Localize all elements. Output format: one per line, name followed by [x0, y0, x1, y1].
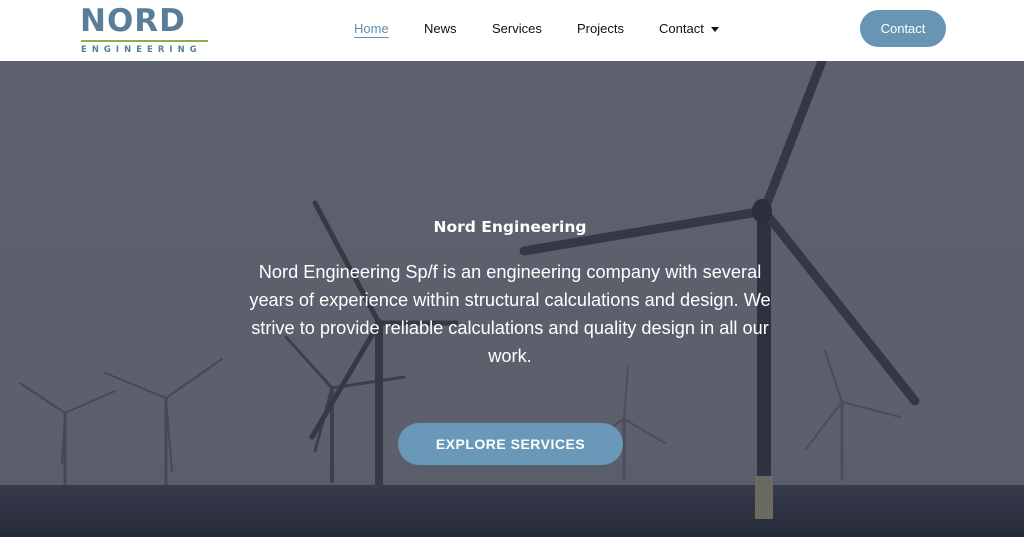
site-header: NORD ENGINEERING Home News Services Proj…: [0, 0, 1024, 61]
hero-section: Nord Engineering Nord Engineering Sp/f i…: [0, 61, 1024, 537]
explore-services-button[interactable]: EXPLORE SERVICES: [398, 423, 623, 465]
nav-item-news[interactable]: News: [424, 20, 457, 38]
hero-title: Nord Engineering: [433, 218, 587, 236]
header-contact-button[interactable]: Contact: [860, 10, 946, 47]
nav-item-contact[interactable]: Contact: [659, 20, 704, 38]
logo-underline: [81, 40, 208, 42]
logo[interactable]: NORD ENGINEERING: [80, 3, 210, 54]
caret-down-icon[interactable]: [711, 27, 719, 32]
nav-item-services[interactable]: Services: [492, 20, 542, 38]
logo-wordmark: NORD: [80, 3, 186, 39]
nav-item-projects[interactable]: Projects: [577, 20, 624, 38]
hero-description: Nord Engineering Sp/f is an engineering …: [249, 262, 771, 366]
nav-item-home[interactable]: Home: [354, 20, 389, 38]
logo-subtitle: ENGINEERING: [81, 44, 202, 54]
